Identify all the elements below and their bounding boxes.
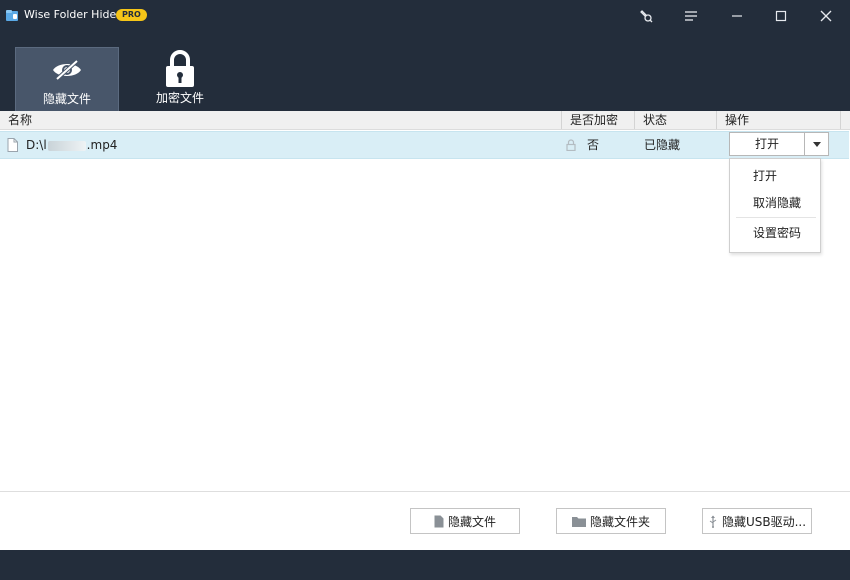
app-header: Wise Folder Hider PRO 隐藏文件 加密文件 [0, 0, 850, 111]
menu-item-set-password[interactable]: 设置密码 [730, 225, 820, 241]
open-button[interactable]: 打开 [730, 133, 804, 155]
menu-divider [736, 217, 816, 218]
table-header: 名称 是否加密 状态 操作 [0, 111, 850, 130]
file-extension: mp4 [90, 138, 118, 152]
maximize-icon [775, 10, 787, 22]
open-split-button: 打开 [729, 132, 829, 156]
usb-icon [709, 515, 717, 528]
app-logo-icon [5, 8, 19, 22]
maximize-button[interactable] [762, 0, 800, 32]
tools-button[interactable] [627, 0, 665, 32]
close-button[interactable] [807, 0, 845, 32]
folder-icon [571, 516, 586, 527]
menu-icon [685, 11, 697, 21]
redacted-text [47, 140, 86, 151]
hide-folder-button[interactable]: 隐藏文件夹 [556, 508, 666, 534]
minimize-button[interactable] [718, 0, 756, 32]
eye-hide-icon [53, 59, 81, 81]
file-icon [7, 138, 18, 155]
caret-down-icon [812, 141, 821, 147]
menu-button[interactable] [672, 0, 710, 32]
tab-hide-files[interactable]: 隐藏文件 [15, 47, 119, 111]
footer-divider [0, 491, 850, 492]
file-name-middle: l [43, 138, 47, 152]
column-name[interactable]: 名称 [0, 111, 32, 129]
pro-badge: PRO [116, 9, 147, 21]
column-status[interactable]: 状态 [635, 111, 667, 129]
status-value: 已隐藏 [644, 138, 681, 152]
hide-usb-button[interactable]: 隐藏USB驱动... [702, 508, 812, 534]
unlocked-icon [566, 139, 576, 154]
tab-encrypt-files-label: 加密文件 [155, 91, 204, 105]
menu-item-open[interactable]: 打开 [730, 168, 820, 184]
tab-encrypt-files[interactable]: 加密文件 [128, 47, 232, 111]
status-bar [0, 550, 850, 580]
hide-folder-label: 隐藏文件夹 [589, 514, 650, 529]
tab-hide-files-label: 隐藏文件 [42, 92, 91, 106]
dropdown-toggle[interactable] [805, 133, 828, 155]
hide-file-button[interactable]: 隐藏文件 [410, 508, 520, 534]
close-icon [820, 10, 832, 22]
file-icon [434, 515, 444, 527]
menu-item-unhide[interactable]: 取消隐藏 [730, 195, 820, 211]
app-title: Wise Folder Hider [24, 8, 121, 21]
tools-icon [640, 10, 653, 23]
file-path-prefix: D:\ [26, 138, 44, 152]
encrypted-value: 否 [587, 138, 600, 152]
minimize-icon [732, 15, 742, 17]
column-action[interactable]: 操作 [717, 111, 749, 129]
hide-file-label: 隐藏文件 [447, 514, 496, 529]
title-bar: Wise Folder Hider PRO [0, 0, 850, 32]
file-name: D:\l .mp4 [26, 138, 118, 152]
column-divider [840, 111, 841, 129]
action-dropdown-menu: 打开 取消隐藏 设置密码 [729, 158, 821, 253]
hide-usb-label: 隐藏USB驱动... [721, 514, 807, 529]
column-encrypted[interactable]: 是否加密 [562, 111, 618, 129]
table-row[interactable]: D:\l .mp4 否 已隐藏 [0, 131, 849, 159]
lock-icon [166, 50, 194, 87]
